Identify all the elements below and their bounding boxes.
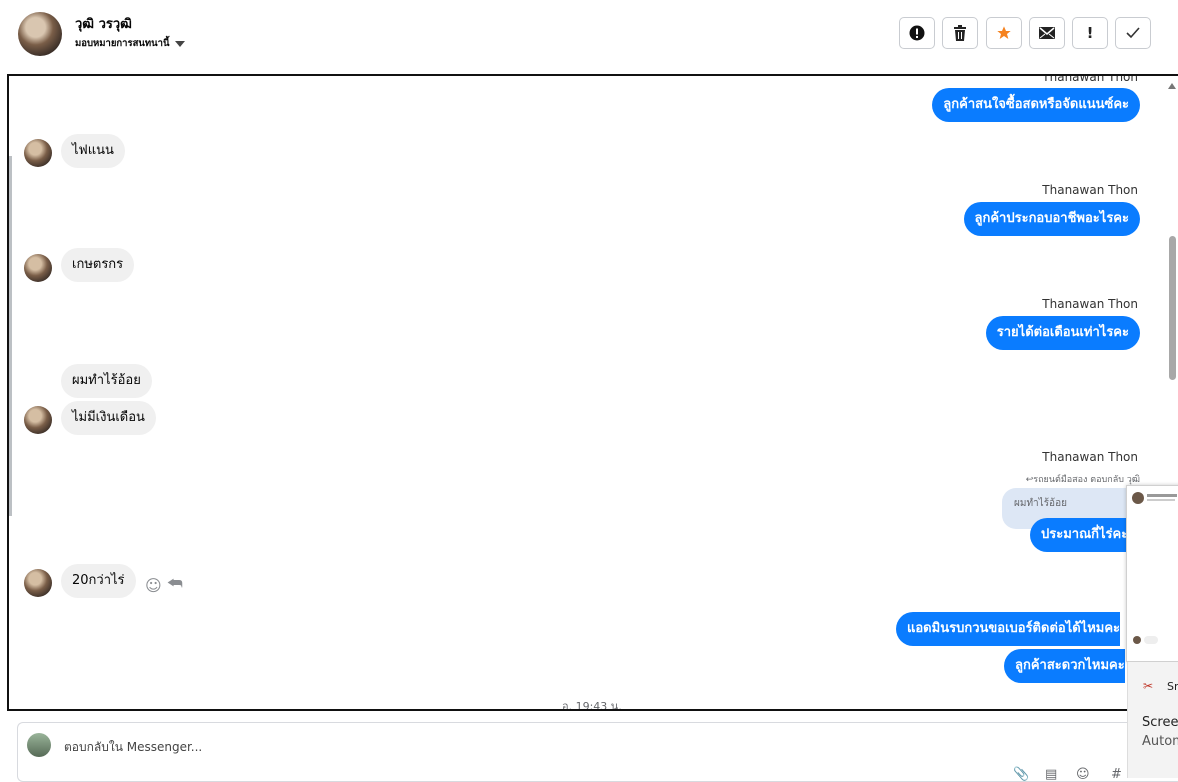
saved-reply-icon[interactable]: ▤: [1045, 767, 1057, 782]
contact-avatar[interactable]: [18, 12, 62, 56]
snip-title: Screen: [1142, 715, 1178, 730]
message-outgoing[interactable]: ประมาณกี่ไร่คะ: [1030, 518, 1129, 552]
reply-input[interactable]: ตอบกลับใน Messenger...: [64, 738, 202, 757]
conversation-header: วุฒิ วรวุฒิ มอบหมายการสนทนานี้ !: [0, 0, 1178, 72]
snip-preview-thumbnail[interactable]: [1126, 485, 1178, 662]
snip-tool-icon: ✂: [1143, 679, 1154, 693]
message-incoming[interactable]: ไฟแนน: [61, 134, 125, 168]
report-button[interactable]: [899, 17, 935, 49]
contact-avatar-small[interactable]: [24, 254, 52, 282]
snip-app-name: Sn: [1167, 680, 1178, 693]
emoji-icon[interactable]: ☺: [1076, 767, 1090, 782]
message-outgoing[interactable]: ลูกค้าสะดวกไหมคะ: [1004, 649, 1125, 683]
assign-label: มอบหมายการสนทนานี้: [75, 38, 170, 49]
sender-name: Thanawan Thon: [1042, 297, 1138, 311]
contact-avatar-small[interactable]: [24, 406, 52, 434]
delete-button[interactable]: [942, 17, 978, 49]
message-incoming[interactable]: 20กว่าไร่: [61, 564, 136, 598]
sender-name: Thanawan Thon: [1042, 450, 1138, 464]
envelope-icon: [1039, 27, 1055, 39]
thumb-bubble: [1144, 636, 1158, 644]
assign-conversation-dropdown[interactable]: มอบหมายการสนทนานี้: [75, 36, 185, 51]
thumb-line: [1147, 499, 1175, 501]
react-emoji-icon[interactable]: ☺: [145, 576, 162, 595]
contact-avatar-small[interactable]: [24, 569, 52, 597]
attachment-icon[interactable]: 📎: [1013, 767, 1029, 782]
trash-icon: [954, 25, 966, 41]
message-outgoing[interactable]: ลูกค้าประกอบอาชีพอะไรคะ: [963, 202, 1140, 236]
hashtag-icon[interactable]: #: [1111, 767, 1122, 782]
important-button[interactable]: !: [1072, 17, 1108, 49]
reply-arrow-icon[interactable]: ⮪: [167, 574, 183, 594]
message-thread[interactable]: Thanawan Thon ลูกค้าสนใจซื้อสดหรือจัดแนน…: [7, 74, 1178, 711]
message-incoming[interactable]: ไม่มีเงินเดือน: [61, 401, 156, 435]
thumb-avatar: [1132, 492, 1144, 504]
left-divider: [9, 156, 12, 516]
message-timestamp: อ. 19:43 น.: [562, 700, 622, 711]
snip-notification[interactable]: ✂ Sn Screen Autom: [1127, 662, 1178, 778]
reply-composer[interactable]: ตอบกลับใน Messenger... 📎 ▤ ☺ #: [17, 722, 1178, 782]
page-avatar: [27, 733, 51, 757]
reply-context: ↩รถยนต์มือสอง ตอบกลับ วุฒิ: [1025, 475, 1140, 485]
reply-context-text: รถยนต์มือสอง ตอบกลับ วุฒิ: [1033, 475, 1140, 485]
thumb-line: [1147, 494, 1177, 497]
scroll-thumb[interactable]: [1169, 236, 1176, 380]
sender-name: Thanawan Thon: [1042, 74, 1138, 84]
mark-unread-button[interactable]: [1029, 17, 1065, 49]
snip-subtitle: Autom: [1142, 734, 1178, 749]
caret-down-icon: [174, 40, 185, 47]
checkmark-icon: [1126, 27, 1140, 39]
sender-name: Thanawan Thon: [1042, 183, 1138, 197]
alert-circle-icon: [909, 25, 925, 41]
contact-name[interactable]: วุฒิ วรวุฒิ: [75, 13, 132, 34]
message-incoming[interactable]: ผมทำไร้อ้อย: [61, 364, 152, 398]
message-outgoing[interactable]: ลูกค้าสนใจซื้อสดหรือจัดแนนซ์คะ: [932, 88, 1140, 122]
exclamation-icon: !: [1086, 24, 1094, 42]
contact-avatar-small[interactable]: [24, 139, 52, 167]
scroll-up-icon[interactable]: [1168, 83, 1176, 89]
star-icon: [997, 26, 1011, 39]
star-button[interactable]: [986, 17, 1022, 49]
done-button[interactable]: [1115, 17, 1151, 49]
message-outgoing[interactable]: แอดมินรบกวนขอเบอร์ติดต่อได้ไหมคะ: [896, 612, 1121, 646]
thumb-avatar: [1133, 636, 1141, 644]
message-outgoing[interactable]: รายได้ต่อเดือนเท่าไรคะ: [985, 316, 1140, 350]
message-incoming[interactable]: เกษตรกร: [61, 248, 135, 282]
